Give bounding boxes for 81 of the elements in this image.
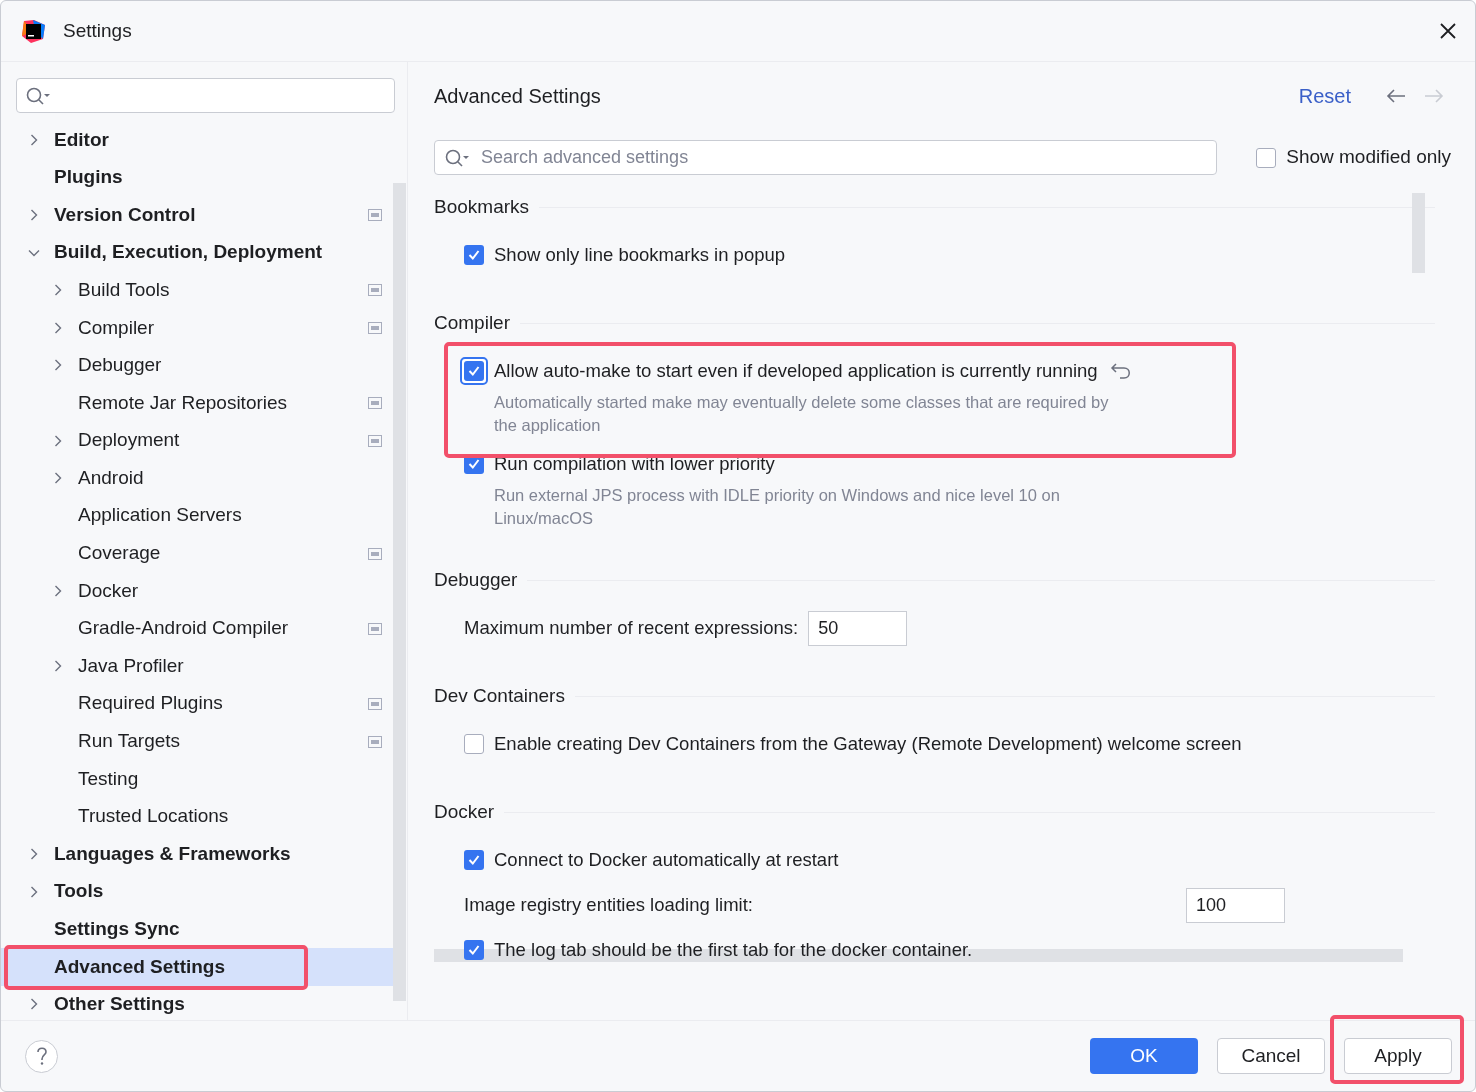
search-field[interactable]: Search advanced settings <box>434 140 1217 175</box>
chevron-right-icon[interactable] <box>52 660 64 673</box>
search-field[interactable] <box>16 78 395 113</box>
chevron-right-icon[interactable] <box>52 359 64 372</box>
number-field[interactable]: 100 <box>1186 887 1285 923</box>
tree-item[interactable]: Languages & Frameworks <box>1 835 393 873</box>
tree-item[interactable]: Advanced Settings <box>1 948 393 986</box>
window-title: Settings <box>63 18 132 43</box>
chevron-right-icon[interactable] <box>52 321 64 334</box>
search-icon <box>25 86 51 106</box>
description-text: Run external JPS process with IDLE priority on Windows and nice level 10 on Linux/macOS <box>494 485 1061 529</box>
tree-item[interactable]: Debugger <box>1 346 393 385</box>
field-label: Maximum number of recent expressions: <box>464 616 799 641</box>
close-icon[interactable] <box>1439 22 1457 40</box>
dialog-button[interactable]: Cancel <box>1217 1038 1325 1074</box>
tree-item[interactable]: Version Control <box>1 196 393 234</box>
tree-item[interactable]: Other Settings <box>1 985 393 1024</box>
tree-item[interactable]: Build, Execution, Deployment <box>1 233 393 272</box>
tree-item[interactable]: Application Servers <box>1 496 393 535</box>
checkbox[interactable] <box>464 245 484 265</box>
app-logo-icon <box>21 18 46 44</box>
scrollbar[interactable] <box>1412 193 1425 273</box>
chevron-right-icon[interactable] <box>28 885 40 898</box>
tree-item[interactable]: Java Profiler <box>1 647 393 685</box>
description-text: Automatically started make may eventually delete some classes that are required by the application <box>494 392 1110 436</box>
question-mark-icon <box>35 1046 48 1066</box>
tree-item[interactable]: Testing <box>1 760 393 798</box>
back-arrow-icon[interactable] <box>1385 88 1407 104</box>
chevron-right-icon[interactable] <box>52 434 64 447</box>
reset-icon[interactable] <box>1109 362 1132 380</box>
chevron-right-icon[interactable] <box>28 209 40 221</box>
checkbox[interactable] <box>464 850 484 870</box>
section-title: Dev Containers <box>434 683 565 708</box>
field-label: Image registry entities loading limit: <box>464 893 753 918</box>
reset-link[interactable]: Reset <box>1298 81 1351 111</box>
tree-item[interactable]: Tools <box>1 872 393 911</box>
check-icon <box>467 248 481 262</box>
tree-item[interactable]: Android <box>1 459 393 497</box>
tree-item[interactable]: Docker <box>1 572 393 610</box>
section-title: Compiler <box>434 310 511 335</box>
tree-item[interactable]: Trusted Locations <box>1 797 393 836</box>
checkbox[interactable] <box>1256 147 1277 168</box>
tree-item[interactable]: Run Targets <box>1 722 393 761</box>
page-title: Advanced Settings <box>434 84 601 109</box>
tree-item[interactable]: Gradle-Android Compiler <box>1 609 393 648</box>
checkbox[interactable] <box>464 940 484 960</box>
tree-item[interactable]: Coverage <box>1 534 393 573</box>
checkbox-label: The log tab should be the first tab for the docker container. <box>494 938 973 963</box>
check-icon <box>467 364 481 378</box>
tree-item[interactable]: Remote Jar Repositories <box>1 384 393 422</box>
section-title: Docker <box>434 799 495 824</box>
help-button[interactable] <box>25 1039 58 1073</box>
chevron-right-icon[interactable] <box>28 848 40 861</box>
tree-item[interactable]: Editor <box>1 121 393 159</box>
checkbox[interactable] <box>464 734 484 754</box>
checkbox-label: Show only line bookmarks in popup <box>494 243 786 268</box>
chevron-right-icon[interactable] <box>52 472 64 485</box>
section-title: Debugger <box>434 567 518 592</box>
tree-item[interactable]: Compiler <box>1 308 393 347</box>
dialog-button[interactable]: Apply <box>1344 1038 1452 1074</box>
chevron-right-icon[interactable] <box>28 998 40 1011</box>
checkbox-label: Enable creating Dev Containers from the Gateway (Remote Development) welcome screen <box>494 732 1242 757</box>
tree-item[interactable]: Build Tools <box>1 271 393 309</box>
check-icon <box>467 457 481 471</box>
tree-item[interactable]: Required Plugins <box>1 684 393 723</box>
chevron-right-icon[interactable] <box>52 584 64 597</box>
check-icon <box>467 943 481 957</box>
tree-item[interactable]: Plugins <box>1 158 393 197</box>
scrollbar[interactable] <box>393 183 406 1001</box>
check-icon <box>467 853 481 867</box>
ok-button[interactable]: OK <box>1090 1038 1198 1074</box>
chevron-right-icon[interactable] <box>28 133 40 146</box>
chevron-right-icon[interactable] <box>52 284 64 297</box>
search-icon <box>443 148 471 168</box>
tree-item[interactable]: Settings Sync <box>1 910 393 949</box>
tree-item[interactable]: Deployment <box>1 421 393 460</box>
checkbox-label: Show modified only <box>1286 145 1451 170</box>
checkbox-label: Connect to Docker automatically at restart <box>494 848 839 873</box>
checkbox-label: Allow auto-make to start even if developed application is currently running <box>494 359 1098 384</box>
number-field[interactable]: 50 <box>808 610 908 646</box>
section-title: Bookmarks <box>434 194 530 219</box>
